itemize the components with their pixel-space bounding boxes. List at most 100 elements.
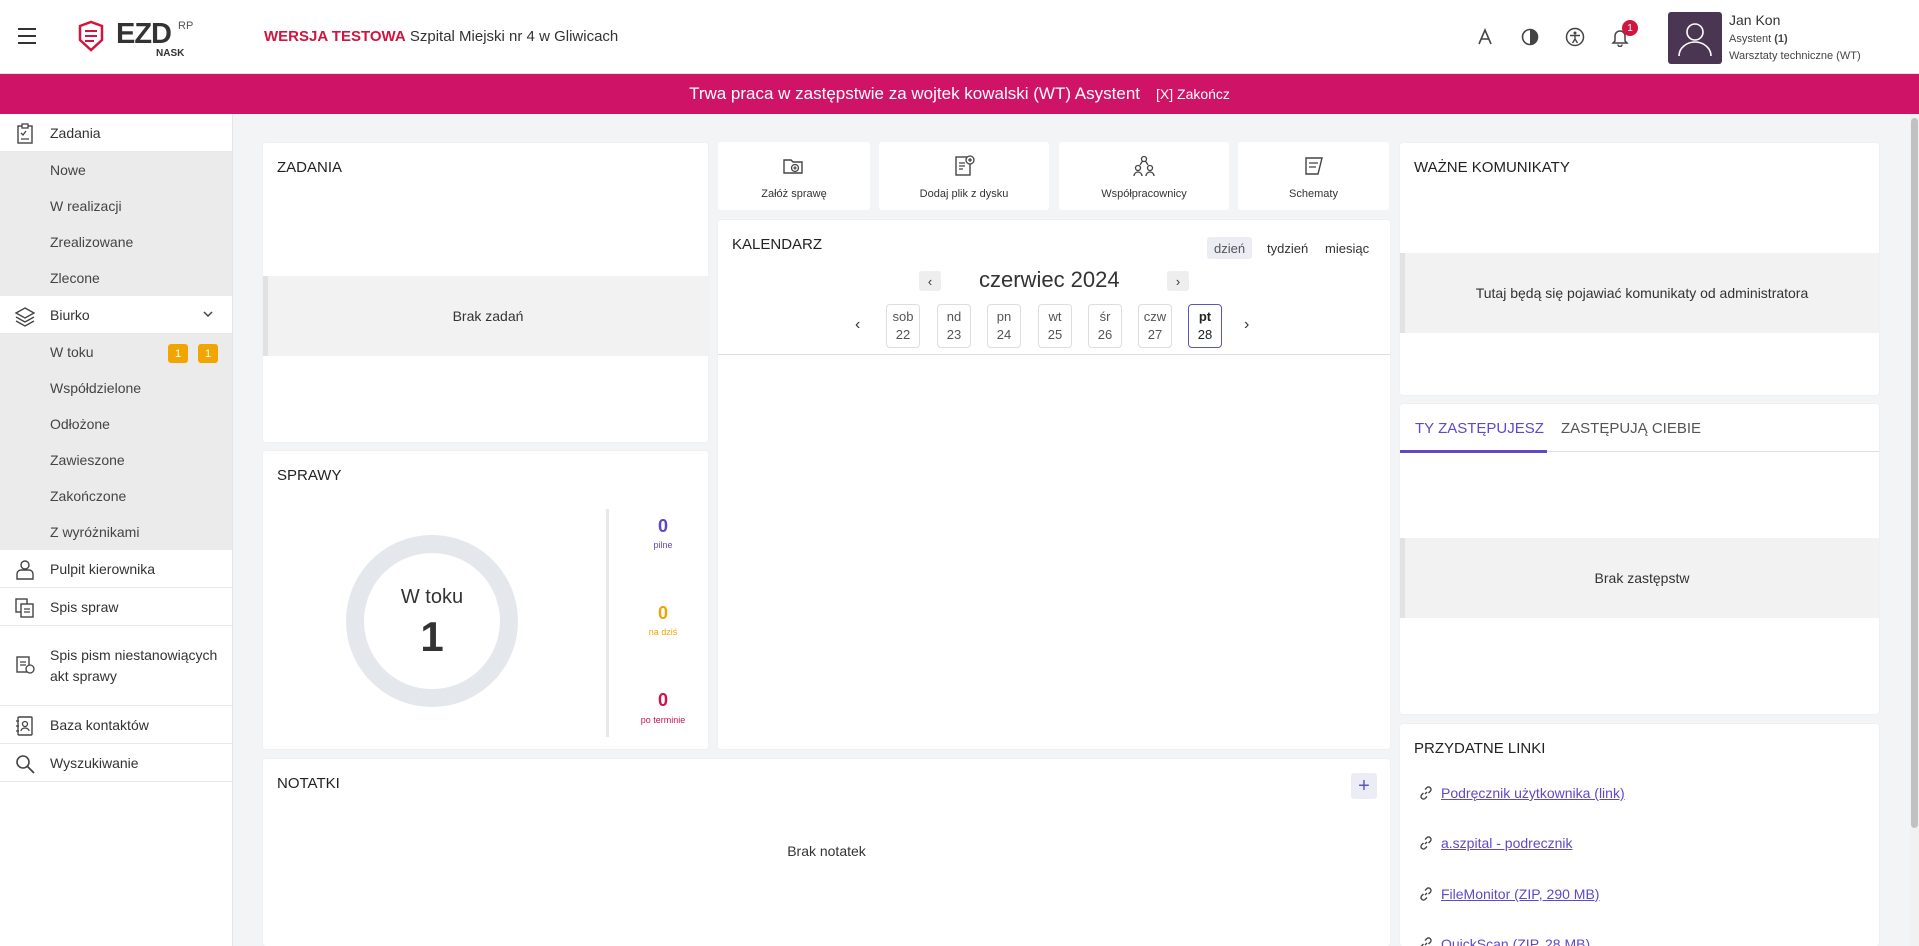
zadania-empty: Brak zadań <box>263 276 708 356</box>
calendar-card: KALENDARZ <box>718 220 1390 749</box>
tab-ty-zastepujesz[interactable]: TY ZASTĘPUJESZ <box>1415 420 1544 437</box>
day-cell[interactable]: nd 23 <box>937 304 971 348</box>
sidebar-subitem-w-realizacji[interactable]: W realizacji <box>0 188 232 224</box>
sidebar-subitem-zrealizowane[interactable]: Zrealizowane <box>0 224 232 260</box>
environment-info: WERSJA TESTOWA Szpital Miejski nr 4 w Gl… <box>264 28 618 45</box>
sidebar-subitem-zlecone[interactable]: Zlecone <box>0 260 232 296</box>
sidebar-subitem-label: Nowe <box>50 162 86 178</box>
day-cell[interactable]: śr 26 <box>1088 304 1122 348</box>
hamburger-menu-icon[interactable] <box>18 28 36 44</box>
add-note-button[interactable]: + <box>1351 773 1377 799</box>
calendar-title: KALENDARZ <box>732 236 823 253</box>
day-cell[interactable]: czw 27 <box>1138 304 1172 348</box>
day-number: 24 <box>996 327 1012 342</box>
day-cell-selected[interactable]: pt 28 <box>1188 304 1222 348</box>
chevron-down-icon <box>203 311 213 318</box>
day-name: wt <box>1048 309 1062 324</box>
day-cell[interactable]: wt 25 <box>1038 304 1072 348</box>
sidebar-subitem-wspoldzielone[interactable]: Współdzielone <box>0 370 232 406</box>
wspolpracownicy-button[interactable]: Współpracownicy <box>1059 142 1229 210</box>
user-avatar[interactable] <box>1668 12 1722 64</box>
user-avatar-icon <box>1678 23 1712 57</box>
contrast-icon[interactable] <box>1519 26 1541 48</box>
sprawy-title: SPRAWY <box>277 467 342 484</box>
tile-label: Schematy <box>1289 188 1338 200</box>
link-icon <box>1420 836 1432 850</box>
notifications-badge: 1 <box>1622 20 1638 36</box>
stat-pilne-label: pilne <box>653 540 673 550</box>
sidebar-subitem-label: Zakończone <box>50 488 127 504</box>
link-filemonitor[interactable]: FileMonitor (ZIP, 290 MB) <box>1441 886 1599 902</box>
active-tab-indicator <box>1400 450 1547 453</box>
link-szpital-podrecznik[interactable]: a.szpital - podrecznik <box>1441 835 1573 851</box>
view-day-button[interactable]: dzień <box>1207 237 1253 259</box>
zastepstwa-card: Brak zastępstw <box>1400 404 1879 714</box>
day-number: 27 <box>1147 327 1163 342</box>
notifications-bell-icon[interactable]: 1 <box>1609 20 1638 48</box>
sidebar-item-spis-spraw[interactable]: Spis spraw <box>0 588 232 626</box>
sidebar-subitem-label: Zrealizowane <box>50 234 134 250</box>
ezd-logo[interactable]: EZD RP NASK <box>76 18 204 60</box>
link-icon <box>1420 786 1432 800</box>
folder-add-icon <box>783 159 803 174</box>
day-number: 28 <box>1197 327 1213 342</box>
sidebar-item-label: Spis pism niestanowiących akt sprawy <box>50 646 218 684</box>
accessibility-icon[interactable] <box>1564 26 1586 48</box>
zaloz-sprawe-button[interactable]: Załóż sprawę <box>718 142 870 210</box>
zadania-card: ZADANIA Brak zadań <box>263 143 708 442</box>
view-week-button[interactable]: tydzień <box>1260 237 1315 259</box>
sidebar-item-zadania[interactable]: Zadania <box>0 114 232 152</box>
sidebar-subitem-zawieszone[interactable]: Zawieszone <box>0 442 232 478</box>
sidebar-item-pulpit-kierownika[interactable]: Pulpit kierownika <box>0 550 232 588</box>
org-name: Szpital Miejski nr 4 w Gliwicach <box>409 28 619 45</box>
scrollbar-thumb[interactable] <box>1911 118 1918 828</box>
sidebar-subitem-nowe[interactable]: Nowe <box>0 152 232 188</box>
tab-zastepuja-ciebie[interactable]: ZASTĘPUJĄ CIEBIE <box>1561 420 1701 437</box>
substitution-text: Trwa praca w zastępstwie za wojtek kowal… <box>689 84 1141 103</box>
env-tag: WERSJA TESTOWA <box>264 28 406 45</box>
link-podrecznik-uzytkownika[interactable]: Podręcznik użytkownika (link) <box>1441 785 1625 801</box>
page-scrollbar[interactable] <box>1910 114 1919 946</box>
documents-icon <box>16 656 35 674</box>
user-role-count: (1) <box>1774 33 1788 45</box>
sidebar-subitem-label: Odłożone <box>50 416 110 432</box>
stat-na-dzis-value[interactable]: 0 <box>633 603 693 624</box>
sidebar-item-baza-kontaktow[interactable]: Baza kontaktów <box>0 706 232 744</box>
sidebar-item-label: Baza kontaktów <box>50 716 149 733</box>
tile-label: Załóż sprawę <box>761 188 827 200</box>
collaborators-icon <box>1133 155 1155 177</box>
sidebar-subitem-w-toku[interactable]: W toku 1 1 <box>0 334 232 370</box>
schematy-button[interactable]: Schematy <box>1238 142 1389 210</box>
link-quickscan[interactable]: QuickScan (ZIP, 28 MB) <box>1441 936 1590 946</box>
stat-po-terminie-label: po terminie <box>640 715 686 725</box>
top-header: EZD RP NASK WERSJA TESTOWA Szpital Miejs… <box>0 0 1919 74</box>
sidebar-subitem-z-wyroznikami[interactable]: Z wyróżnikami <box>0 514 232 550</box>
sidebar-item-spis-pism[interactable]: Spis pism niestanowiących akt sprawy <box>0 626 232 706</box>
font-size-icon[interactable] <box>1474 26 1496 48</box>
user-name[interactable]: Jan Kon <box>1729 12 1780 28</box>
files-icon <box>15 598 34 618</box>
day-cell[interactable]: pn 24 <box>987 304 1021 348</box>
next-week-button[interactable]: › <box>1244 316 1249 334</box>
layers-icon <box>14 307 36 327</box>
end-substitution-button[interactable]: [X] Zakończ <box>1156 86 1230 102</box>
sidebar-subitem-label: Z wyróżnikami <box>50 524 140 540</box>
stat-po-terminie-value[interactable]: 0 <box>633 690 693 711</box>
prev-month-button[interactable]: ‹ <box>919 271 941 291</box>
prev-week-button[interactable]: ‹ <box>855 316 860 334</box>
sidebar-subitem-odlozone[interactable]: Odłożone <box>0 406 232 442</box>
view-month-button[interactable]: miesiąc <box>1318 237 1376 259</box>
user-role: Asystent (1) <box>1729 33 1788 45</box>
day-name: pn <box>996 309 1012 324</box>
day-name: sob <box>892 309 914 324</box>
dodaj-plik-button[interactable]: Dodaj plik z dysku <box>879 142 1049 210</box>
sidebar-item-biurko[interactable]: Biurko <box>0 296 232 334</box>
linki-title: PRZYDATNE LINKI <box>1414 740 1546 757</box>
sidebar-subitem-zakonczone[interactable]: Zakończone <box>0 478 232 514</box>
next-month-button[interactable]: › <box>1167 271 1189 291</box>
manager-icon <box>16 560 34 580</box>
day-cell[interactable]: sob 22 <box>886 304 920 348</box>
stat-pilne-value[interactable]: 0 <box>633 516 693 537</box>
sidebar-item-label: Spis spraw <box>50 598 119 615</box>
sidebar-item-wyszukiwanie[interactable]: Wyszukiwanie <box>0 744 232 782</box>
